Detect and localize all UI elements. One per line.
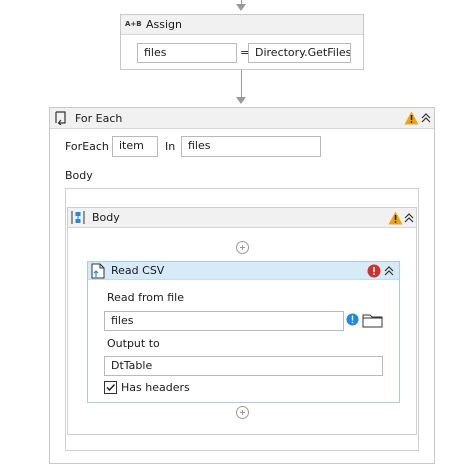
error-icon[interactable] [367,264,381,278]
read-csv-activity[interactable]: Read CSV Read from file files Output to … [87,261,400,403]
foreach-collection-field[interactable]: files [181,136,321,157]
read-csv-header[interactable]: Read CSV [88,262,399,280]
foreach-body-label: Body [65,169,93,182]
foreach-activity[interactable]: For Each ForEach item In files Body Body [49,107,435,464]
info-icon[interactable] [346,313,359,326]
collapse-icon[interactable] [419,111,433,125]
warning-icon[interactable] [404,111,419,125]
assign-to-field[interactable]: files [137,43,237,63]
read-from-file-field[interactable]: files [104,311,344,331]
foreach-body-area[interactable]: Body Read CSV Read from file files Outpu… [65,188,419,451]
has-headers-checkbox[interactable] [104,381,117,394]
in-label: In [165,140,176,153]
body-sequence[interactable]: Body Read CSV Read from file files Outpu… [67,207,417,435]
connector-arrow [236,97,246,104]
browse-folder-icon[interactable] [362,312,383,329]
foreach-title: For Each [75,112,123,125]
csv-file-icon [91,263,105,279]
warning-icon[interactable] [388,211,403,225]
has-headers-label: Has headers [121,381,190,394]
foreach-icon [54,111,68,126]
read-from-file-label: Read from file [107,291,184,304]
collapse-icon[interactable] [382,264,396,278]
collapse-icon[interactable] [402,211,416,225]
read-csv-title: Read CSV [111,264,165,277]
add-activity-icon[interactable] [236,241,249,254]
connector-line [241,70,242,98]
body-sequence-title: Body [92,211,120,224]
output-to-field[interactable]: DtTable [104,356,383,376]
foreach-header[interactable]: For Each [50,108,434,129]
assign-header[interactable]: A+B Assign [121,15,363,35]
foreach-label: ForEach [65,140,109,153]
output-to-label: Output to [107,337,160,350]
foreach-item-field[interactable]: item [112,136,158,157]
assign-value-field[interactable]: Directory.GetFiles( [248,43,351,63]
assign-icon: A+B [125,20,142,28]
body-sequence-header[interactable]: Body [68,208,416,228]
add-activity-icon[interactable] [236,406,249,419]
assign-activity[interactable]: A+B Assign files = Directory.GetFiles( [120,14,364,70]
connector-arrow-top [236,4,246,11]
sequence-icon [71,210,85,225]
assign-title: Assign [146,18,182,31]
